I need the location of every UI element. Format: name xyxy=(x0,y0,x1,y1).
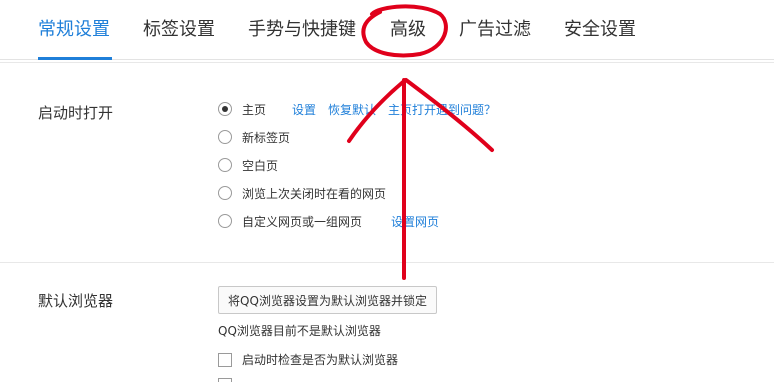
set-pages-link[interactable]: 设置网页 xyxy=(391,213,439,230)
startup-section-label: 启动时打开 xyxy=(38,104,114,122)
option-label: 启动时检查是否为默认浏览器 xyxy=(242,353,399,367)
startup-option-blank[interactable]: 空白页 xyxy=(218,155,278,175)
option-label: 新标签页 xyxy=(242,130,291,145)
startup-option-new-tab[interactable]: 新标签页 xyxy=(218,127,290,147)
default-browser-section-label: 默认浏览器 xyxy=(38,292,114,310)
top-divider xyxy=(0,62,774,63)
settings-page: 常规设置 标签设置 手势与快捷键 高级 广告过滤 安全设置 启动时打开 主页 设… xyxy=(0,0,774,382)
option-label: 浏览上次关闭时在看的网页 xyxy=(242,186,387,201)
startup-option-custom[interactable]: 自定义网页或一组网页 设置网页 xyxy=(218,211,439,231)
tab-ad-filter[interactable]: 广告过滤 xyxy=(459,18,531,42)
next-checkbox[interactable] xyxy=(218,378,232,382)
set-default-browser-button[interactable]: 将QQ浏览器设置为默认浏览器并锁定 xyxy=(218,286,437,314)
radio-button[interactable] xyxy=(218,186,232,200)
tab-gestures-shortcuts[interactable]: 手势与快捷键 xyxy=(248,18,356,42)
tab-general[interactable]: 常规设置 xyxy=(38,18,110,42)
tab-security[interactable]: 安全设置 xyxy=(564,18,636,42)
tab-advanced[interactable]: 高级 xyxy=(390,18,426,42)
radio-button[interactable] xyxy=(218,102,232,116)
home-settings-link[interactable]: 设置 xyxy=(292,101,316,118)
tab-tabs[interactable]: 标签设置 xyxy=(143,18,215,42)
section-divider xyxy=(0,262,774,263)
tab-bar-divider xyxy=(0,59,774,60)
radio-button[interactable] xyxy=(218,158,232,172)
home-help-link[interactable]: 主页打开遇到问题？ xyxy=(388,101,496,118)
checkbox[interactable] xyxy=(218,352,232,367)
option-label: 空白页 xyxy=(242,158,279,173)
radio-button[interactable] xyxy=(218,214,232,228)
option-label: 主页 xyxy=(242,102,267,117)
default-browser-status: QQ浏览器目前不是默认浏览器 xyxy=(218,324,381,338)
restore-default-link[interactable]: 恢复默认 xyxy=(328,101,376,118)
check-default-on-start[interactable]: 启动时检查是否为默认浏览器 xyxy=(218,351,398,368)
startup-option-home[interactable]: 主页 设置 恢复默认 主页打开遇到问题？ xyxy=(218,99,496,119)
settings-tab-bar: 常规设置 标签设置 手势与快捷键 高级 广告过滤 安全设置 xyxy=(0,0,774,62)
radio-button[interactable] xyxy=(218,130,232,144)
startup-option-last-session[interactable]: 浏览上次关闭时在看的网页 xyxy=(218,183,386,203)
active-tab-indicator xyxy=(38,57,112,60)
option-label: 自定义网页或一组网页 xyxy=(242,214,363,229)
